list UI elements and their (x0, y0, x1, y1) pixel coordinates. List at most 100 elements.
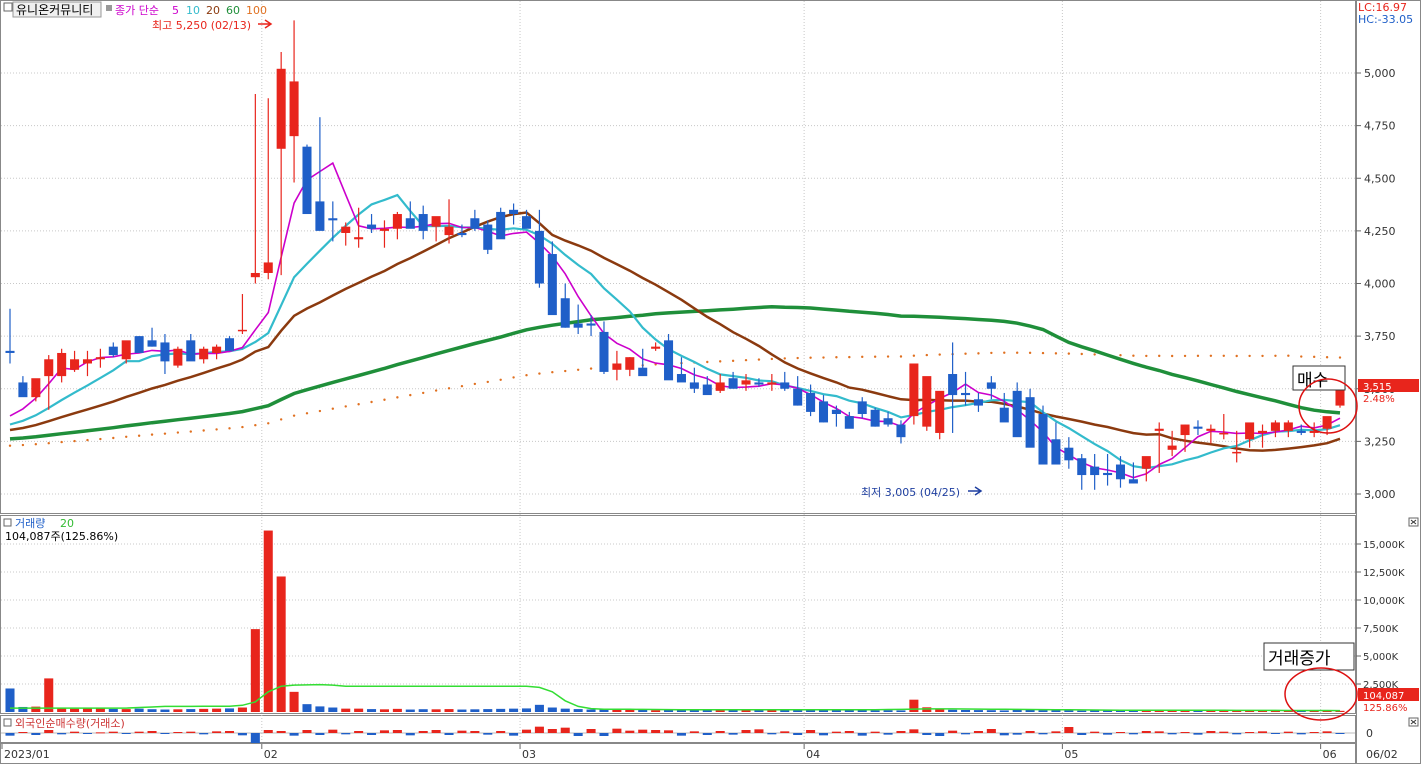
ma100-point (86, 438, 89, 442)
ma100-point (383, 398, 386, 401)
ma100-point (525, 374, 528, 377)
candle-down (844, 416, 854, 429)
candle-down (793, 388, 803, 406)
foreign-bar (1167, 733, 1177, 735)
foreign-bar (689, 731, 699, 733)
ma5-label[interactable]: 5 (172, 4, 179, 17)
foreign-bar (844, 731, 854, 733)
volume-bar (831, 710, 841, 712)
panel-toggle-icon[interactable] (3, 2, 13, 12)
volume-bar (289, 691, 299, 712)
candle-up (767, 382, 777, 385)
ma100-point (1248, 354, 1251, 358)
ma100-point (1287, 354, 1290, 357)
volume-bar (857, 710, 867, 712)
volume-bar (534, 704, 544, 712)
indicator-label[interactable]: 종가 단순 (115, 4, 159, 17)
volume-tick-label: 10,000K (1363, 596, 1405, 607)
foreign-bar (534, 726, 544, 733)
candle-down (483, 224, 493, 250)
candle-down (883, 418, 893, 425)
foreign-bar (379, 730, 389, 733)
ma100-point (848, 355, 851, 359)
candle-up (909, 363, 919, 417)
ma100-point (357, 403, 360, 406)
volume-bar (457, 709, 467, 712)
ma100-point (344, 405, 347, 408)
foreign-bar (728, 733, 738, 735)
ma100-point (861, 355, 864, 359)
volume-bar (818, 710, 829, 712)
foreign-bar (328, 729, 338, 733)
candle-up (263, 262, 273, 273)
stock-name[interactable]: 유니온커뮤니티 (16, 3, 93, 17)
volume-bar (625, 709, 635, 712)
candle-up (392, 214, 402, 229)
foreign-bar (1335, 733, 1345, 734)
ma100-point (564, 369, 567, 373)
ma100-point (396, 396, 399, 399)
price-tick-label: 5,000 (1364, 67, 1396, 80)
volume-bar (276, 576, 286, 712)
ma100-point (512, 376, 515, 379)
foreign-toggle-icon[interactable] (3, 718, 12, 727)
volume-bar (263, 530, 273, 712)
volume-bar (186, 709, 196, 712)
ma100-label[interactable]: 100 (246, 4, 267, 17)
candle-up (1322, 416, 1332, 429)
foreign-bar (108, 731, 118, 733)
foreign-bar (638, 729, 648, 733)
ma100-point (292, 414, 296, 417)
price-tick-label: 3,250 (1364, 435, 1396, 448)
ma100-point (1235, 354, 1238, 358)
volume-ma-label[interactable]: 20 (60, 517, 74, 530)
candle-down (586, 323, 596, 326)
foreign-panel[interactable] (0, 715, 1356, 743)
candle-up (95, 357, 105, 360)
volume-bar (702, 710, 712, 712)
candle-down (870, 409, 880, 427)
candle-up (44, 359, 54, 377)
ma10-label[interactable]: 10 (186, 4, 200, 17)
ma100-point (305, 412, 309, 415)
foreign-bar (173, 732, 183, 733)
ma100-point (8, 444, 12, 447)
volume-toggle-icon[interactable] (3, 518, 12, 527)
foreign-bar (134, 731, 144, 733)
ma100-point (538, 372, 541, 375)
candle-up (1219, 432, 1229, 435)
ma60-label[interactable]: 60 (226, 4, 240, 17)
foreign-bar (315, 733, 325, 735)
candle-down (961, 392, 971, 396)
ma100-point (990, 351, 993, 355)
candle-down (1012, 390, 1022, 438)
foreign-bar (818, 733, 829, 736)
chart-canvas[interactable]: 유니온커뮤니티 종가 단순 5 10 20 60 100 최고 5,250 (0… (0, 0, 1421, 764)
candle-down (1296, 430, 1306, 433)
candle-down (1077, 458, 1087, 476)
volume-bar (108, 708, 118, 712)
foreign-title[interactable]: 외국인순매수량(거래소) (15, 717, 125, 730)
candle-down (999, 407, 1009, 423)
volume-bar (793, 710, 803, 712)
candle-down (367, 224, 377, 229)
volume-bar (199, 708, 209, 712)
ma20-label[interactable]: 20 (206, 4, 220, 17)
volume-bar (573, 709, 583, 712)
volume-panel[interactable] (0, 515, 1356, 714)
ma100-point (912, 354, 916, 357)
foreign-bar (1077, 733, 1087, 735)
candle-down (405, 218, 415, 229)
price-tick-label: 4,000 (1364, 278, 1396, 291)
ma100-point (551, 371, 554, 374)
price-panel[interactable] (0, 0, 1356, 514)
volume-bar (973, 710, 983, 712)
ma100-point (731, 359, 735, 363)
volume-bar (405, 709, 415, 712)
stock-chart-window[interactable]: 유니온커뮤니티 종가 단순 5 10 20 60 100 최고 5,250 (0… (0, 0, 1421, 764)
x-tick-label: 06 (1323, 748, 1337, 761)
foreign-bar (496, 731, 506, 733)
volume-title[interactable]: 거래량 (15, 517, 45, 530)
ma100-point (1300, 355, 1303, 358)
indicator-marker-icon (106, 5, 112, 11)
